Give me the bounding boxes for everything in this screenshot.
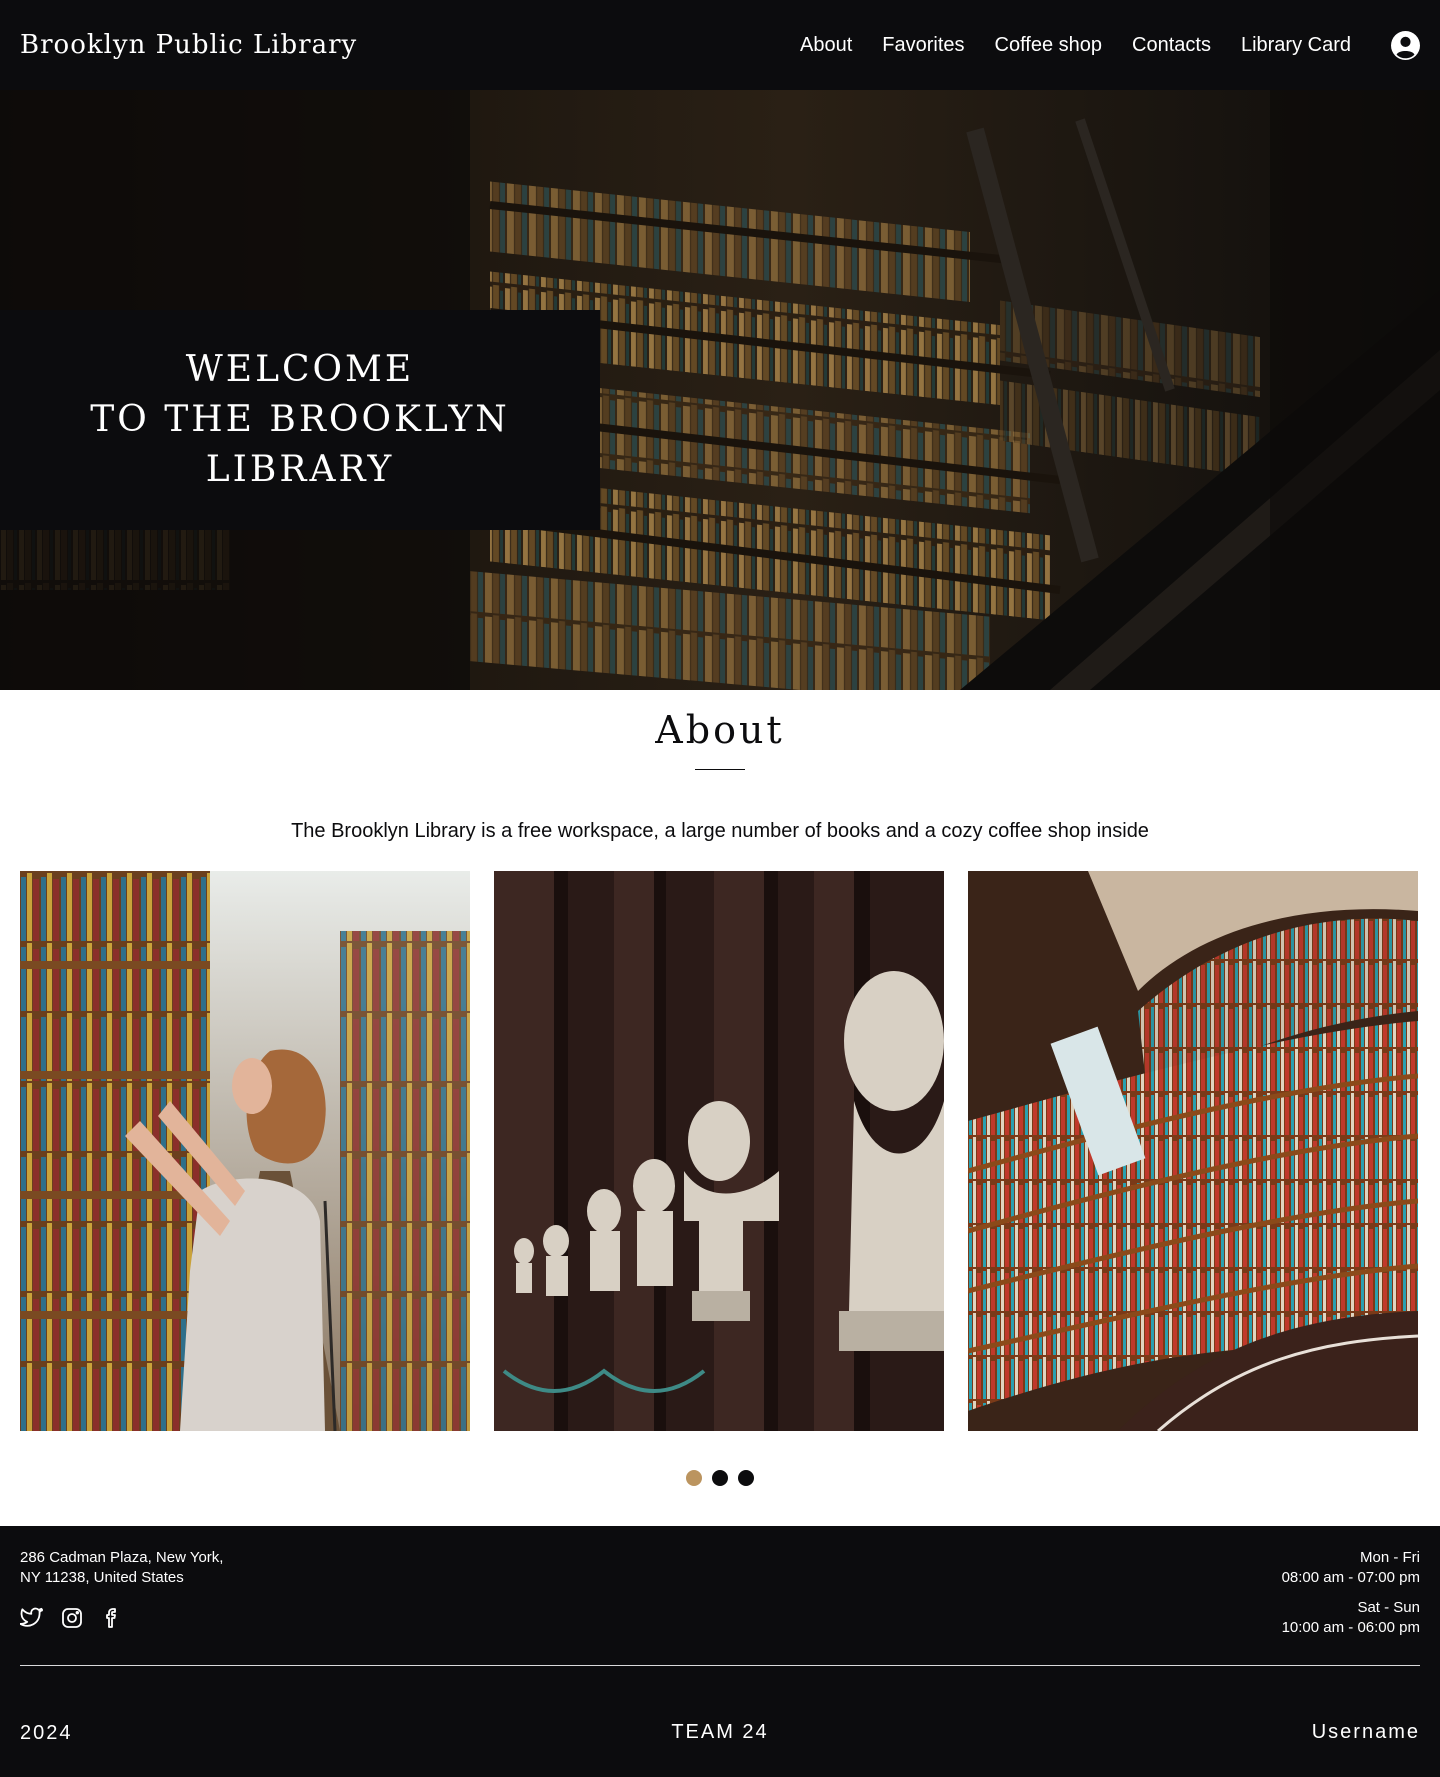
nav-favorites[interactable]: Favorites — [882, 34, 964, 57]
weekend-label: Sat - Sun — [1357, 1599, 1420, 1616]
slider-pagination — [0, 1470, 1440, 1486]
photo-marble-busts-hall — [494, 871, 944, 1431]
brand-logo[interactable]: Brooklyn Public Library — [20, 30, 357, 60]
hero-section: WELCOME TO THE BROOKLYN LIBRARY — [0, 90, 1440, 690]
twitter-icon[interactable] — [19, 1606, 44, 1630]
weekday-label: Mon - Fri — [1360, 1549, 1420, 1566]
footer-username[interactable]: Username — [1312, 1721, 1420, 1744]
opening-hours: Mon - Fri 08:00 am - 07:00 pm Sat - Sun … — [1282, 1548, 1420, 1638]
facebook-icon[interactable] — [100, 1606, 124, 1630]
nav-coffee-shop[interactable]: Coffee shop — [995, 34, 1103, 57]
site-header: Brooklyn Public Library About Favorites … — [0, 0, 1440, 90]
about-title: About — [655, 708, 785, 752]
slider-dot-3[interactable] — [738, 1470, 754, 1486]
weekday-hours: 08:00 am - 07:00 pm — [1281, 1569, 1420, 1586]
nav-library-card[interactable]: Library Card — [1241, 34, 1351, 57]
about-gallery — [20, 871, 1420, 1431]
photo-woman-browsing-bookshelf — [20, 871, 470, 1431]
title-underline — [695, 769, 745, 770]
slider-dot-1[interactable] — [686, 1470, 702, 1486]
address-line-1: 286 Cadman Plaza, New York, — [20, 1549, 224, 1566]
about-description: The Brooklyn Library is a free workspace… — [291, 820, 1149, 842]
user-circle-icon[interactable] — [1391, 30, 1420, 60]
main-nav: About Favorites Coffee shop Contacts Lib… — [800, 30, 1420, 60]
nav-contacts[interactable]: Contacts — [1132, 34, 1211, 57]
address-line-2: NY 11238, United States — [20, 1569, 184, 1586]
slider-dot-2[interactable] — [712, 1470, 728, 1486]
social-links — [19, 1606, 124, 1630]
footer-divider — [20, 1665, 1420, 1666]
site-footer: 286 Cadman Plaza, New York, NY 11238, Un… — [0, 1526, 1440, 1777]
welcome-heading: WELCOME TO THE BROOKLYN LIBRARY — [90, 349, 510, 490]
instagram-icon[interactable] — [60, 1606, 84, 1630]
about-section: About The Brooklyn Library is a free wor… — [0, 690, 1440, 1526]
footer-team: TEAM 24 — [671, 1721, 769, 1743]
welcome-box: WELCOME TO THE BROOKLYN LIBRARY — [0, 310, 600, 530]
address: 286 Cadman Plaza, New York, NY 11238, Un… — [20, 1548, 223, 1588]
nav-about[interactable]: About — [800, 34, 852, 57]
weekend-hours: 10:00 am - 06:00 pm — [1281, 1619, 1420, 1636]
photo-curved-library-shelves — [968, 871, 1418, 1431]
